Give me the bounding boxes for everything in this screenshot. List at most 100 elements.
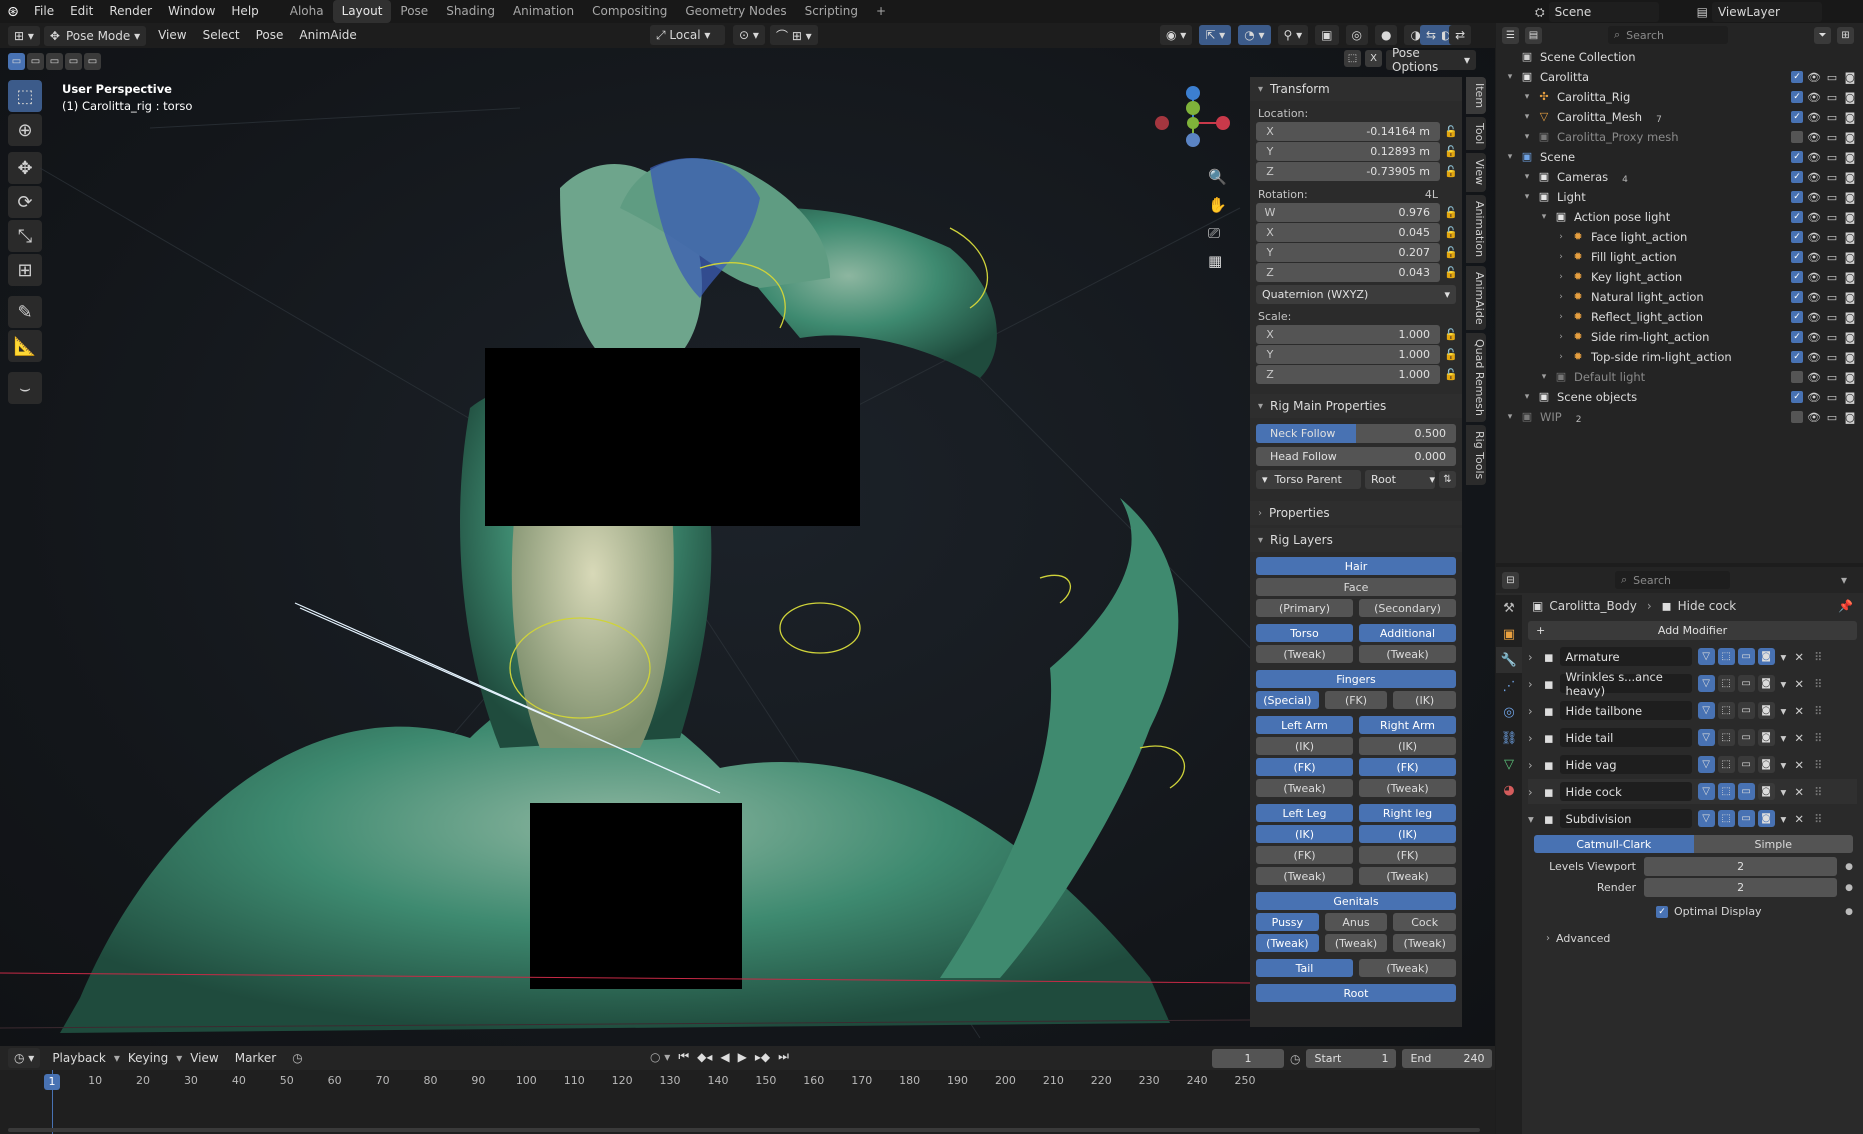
scene-selector[interactable]: Scene — [1548, 2, 1659, 22]
camera-icon[interactable]: ◙ — [1843, 411, 1857, 424]
monitor-icon[interactable]: ▭ — [1825, 151, 1839, 164]
realtime-icon[interactable]: ▭ — [1737, 675, 1755, 692]
overlay-icon[interactable]: ◔ ▾ — [1238, 25, 1271, 45]
shading-solid-icon[interactable]: ● — [1375, 25, 1398, 45]
drag-handle-icon[interactable]: ⠿ — [1814, 650, 1822, 664]
layer-pussy[interactable]: Pussy — [1256, 913, 1319, 931]
record-icon[interactable]: ○ ▾ — [650, 1050, 670, 1064]
monitor-icon[interactable]: ▭ — [1825, 291, 1839, 304]
camera-icon[interactable]: ◙ — [1843, 171, 1857, 184]
render-levels-field[interactable]: 2 — [1644, 878, 1838, 897]
outliner-item[interactable]: › ✹ Reflect_light_action ✓ 👁 ▭ ◙ — [1496, 307, 1863, 327]
exclude-checkbox[interactable]: ✓ — [1791, 331, 1803, 343]
outliner-item[interactable]: ▾ ▣ WIP 2 👁 ▭ ◙ — [1496, 407, 1863, 427]
modifier-tab-icon[interactable]: 🔧 — [1496, 647, 1522, 673]
expand-chevron-icon[interactable]: › — [1555, 272, 1567, 282]
tab-layout[interactable]: Layout — [332, 0, 392, 23]
edit-cage-icon[interactable]: ▽ — [1697, 702, 1715, 719]
monitor-icon[interactable]: ▭ — [1825, 411, 1839, 424]
lock-icon[interactable]: 🔓 — [1440, 206, 1462, 219]
mirror-icon[interactable]: ⇄ — [1449, 25, 1472, 45]
camera-icon[interactable]: ◙ — [1843, 131, 1857, 144]
modifier-panel[interactable]: › ◼ Hide tail ▽ ⬚ ▭ ◙ ▾ ✕ ⠿ — [1528, 725, 1857, 750]
rig-main-properties-header[interactable]: ▾ Rig Main Properties — [1250, 394, 1462, 418]
lock-icon[interactable]: 🔓 — [1440, 246, 1462, 259]
camera-icon[interactable]: ◙ — [1843, 351, 1857, 364]
edit-mode-icon[interactable]: ⬚ — [1717, 648, 1735, 665]
eye-icon[interactable]: 👁 — [1807, 411, 1821, 424]
exclude-checkbox[interactable]: ✓ — [1791, 191, 1803, 203]
modifier-name-field[interactable]: Hide vag — [1559, 755, 1692, 774]
exclude-checkbox[interactable]: ✓ — [1791, 311, 1803, 323]
pin-icon[interactable]: 📌 — [1838, 599, 1853, 613]
expand-chevron-icon[interactable]: ▾ — [1521, 172, 1533, 182]
outliner-item[interactable]: ▾ ▣ Scene ✓ 👁 ▭ ◙ — [1496, 147, 1863, 167]
expand-chevron-icon[interactable]: › — [1555, 332, 1567, 342]
head-follow-slider[interactable]: Head Follow 0.000 — [1256, 447, 1456, 466]
expand-chevron-icon[interactable]: ▾ — [1521, 132, 1533, 142]
advanced-subpanel-header[interactable]: › Advanced — [1546, 932, 1863, 945]
material-tab-icon[interactable]: ◕ — [1496, 777, 1522, 803]
sidebar-tab-view[interactable]: View — [1466, 153, 1486, 192]
edit-cage-icon[interactable]: ▽ — [1697, 783, 1715, 800]
clock-icon[interactable]: ◷ — [292, 1051, 302, 1065]
eye-icon[interactable]: 👁 — [1807, 351, 1821, 364]
drag-handle-icon[interactable]: ⠿ — [1814, 785, 1822, 799]
chevron-down-icon[interactable]: ▾ — [1781, 731, 1787, 745]
layer-left-arm-ik[interactable]: (IK) — [1256, 737, 1353, 755]
expand-chevron-icon[interactable]: ▾ — [1521, 92, 1533, 102]
render-icon[interactable]: ◙ — [1757, 810, 1775, 827]
menu-playback[interactable]: Playback — [44, 1047, 114, 1070]
jump-start-icon[interactable]: ⏮ — [678, 1049, 689, 1064]
chevron-down-icon[interactable]: ▾ — [1781, 677, 1787, 691]
monitor-icon[interactable]: ▭ — [1825, 371, 1839, 384]
tab-compositing[interactable]: Compositing — [583, 0, 676, 23]
realtime-icon[interactable]: ▭ — [1737, 756, 1755, 773]
editor-type-button[interactable]: ⊞ ▾ — [8, 25, 40, 46]
scene-collection-row[interactable]: ▣ Scene Collection — [1496, 47, 1863, 67]
lock-icon[interactable]: 🔓 — [1440, 328, 1462, 341]
drag-handle-icon[interactable]: ⠿ — [1814, 677, 1822, 691]
layer-fingers[interactable]: Fingers — [1256, 670, 1456, 688]
blender-logo-icon[interactable]: ⊛ — [0, 4, 26, 20]
layer-right-leg-ik[interactable]: (IK) — [1359, 825, 1456, 843]
menu-keying[interactable]: Keying — [120, 1047, 176, 1070]
camera-icon[interactable]: ◙ — [1843, 231, 1857, 244]
modifier-name-field[interactable]: Armature — [1559, 647, 1692, 666]
monitor-icon[interactable]: ▭ — [1825, 131, 1839, 144]
edit-mode-icon[interactable]: ⬚ — [1717, 729, 1735, 746]
new-collection-icon[interactable]: ⊞ — [1837, 26, 1854, 44]
close-icon[interactable]: ✕ — [1794, 812, 1804, 826]
chevron-down-icon[interactable]: ▾ — [1781, 650, 1787, 664]
render-icon[interactable]: ◙ — [1757, 756, 1775, 773]
xray-icon[interactable]: ▣ — [1315, 25, 1339, 45]
tool-tab-icon[interactable]: ⚒ — [1496, 595, 1522, 621]
monitor-icon[interactable]: ▭ — [1825, 231, 1839, 244]
camera-icon[interactable]: ◙ — [1843, 251, 1857, 264]
outliner-item[interactable]: ▾ ▣ Scene objects ✓ 👁 ▭ ◙ — [1496, 387, 1863, 407]
render-icon[interactable]: ◙ — [1757, 783, 1775, 800]
pivot-point-button[interactable]: ⊙ ▾ — [733, 25, 765, 45]
eye-icon[interactable]: 👁 — [1807, 271, 1821, 284]
layer-left-leg-fk[interactable]: (FK) — [1256, 846, 1353, 864]
outliner-item[interactable]: ▾ ▣ Cameras 4 ✓ 👁 ▭ ◙ — [1496, 167, 1863, 187]
expand-chevron-icon[interactable]: ▾ — [1538, 372, 1550, 382]
modifier-panel[interactable]: › ◼ Wrinkles s...ance heavy) ▽ ⬚ ▭ ◙ ▾ ✕ ⠿ — [1528, 670, 1857, 698]
layer-fingers-fk[interactable]: (FK) — [1324, 691, 1388, 709]
layer-anus-tweak[interactable]: (Tweak) — [1324, 934, 1388, 952]
eye-icon[interactable]: 👁 — [1807, 311, 1821, 324]
layer-left-leg-tweak[interactable]: (Tweak) — [1256, 867, 1353, 885]
chevron-down-icon[interactable]: ▾ — [1781, 704, 1787, 718]
eye-icon[interactable]: 👁 — [1807, 251, 1821, 264]
monitor-icon[interactable]: ▭ — [1825, 331, 1839, 344]
playhead-frame-badge[interactable]: 1 — [44, 1074, 60, 1090]
layer-tail[interactable]: Tail — [1256, 959, 1353, 977]
exclude-checkbox[interactable]: ✓ — [1791, 71, 1803, 83]
layer-right-leg-fk[interactable]: (FK) — [1359, 846, 1456, 864]
tab-geometry-nodes[interactable]: Geometry Nodes — [676, 0, 795, 23]
layer-hair[interactable]: Hair — [1256, 557, 1456, 575]
layer-right-arm-ik[interactable]: (IK) — [1359, 737, 1456, 755]
chevron-right-icon[interactable]: › — [1528, 704, 1538, 718]
tab-aloha[interactable]: Aloha — [281, 0, 333, 23]
properties-search-input[interactable]: ⌕ Search — [1615, 571, 1730, 589]
